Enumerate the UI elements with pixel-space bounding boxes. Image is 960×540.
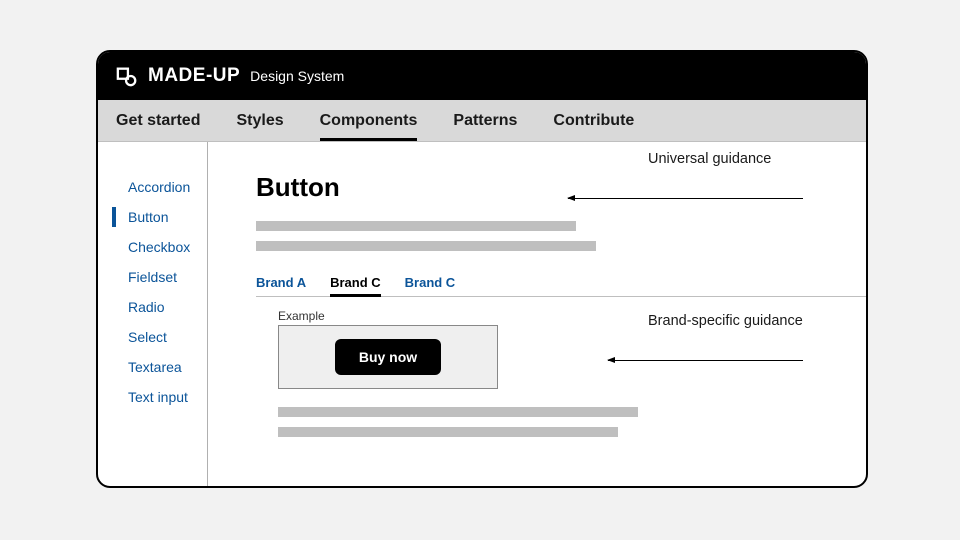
- nav-tab-components[interactable]: Components: [320, 102, 418, 140]
- buy-now-button[interactable]: Buy now: [335, 339, 441, 375]
- nav-tab-styles[interactable]: Styles: [236, 102, 283, 140]
- sidebar-item-textarea[interactable]: Textarea: [98, 352, 207, 382]
- arrow-brand-specific: [608, 360, 803, 361]
- sidebar-item-accordion[interactable]: Accordion: [98, 172, 207, 202]
- logo-icon: [116, 65, 138, 87]
- example-preview: Buy now: [278, 325, 498, 389]
- brand-name: MADE-UP: [148, 65, 240, 87]
- sidebar-item-button[interactable]: Button: [98, 202, 207, 232]
- brand-subtitle: Design System: [250, 68, 344, 84]
- sidebar-item-checkbox[interactable]: Checkbox: [98, 232, 207, 262]
- brand-tab-a[interactable]: Brand A: [256, 269, 306, 296]
- brand-tab-c[interactable]: Brand C: [405, 269, 456, 296]
- annotation-universal-text: Universal guidance: [648, 151, 771, 167]
- brand-tabs: Brand A Brand C Brand C: [256, 269, 866, 297]
- arrow-universal: [568, 198, 803, 199]
- brand-guidance-placeholder: [278, 407, 638, 417]
- app-window: MADE-UP Design System Get started Styles…: [96, 50, 868, 488]
- titlebar: MADE-UP Design System: [98, 52, 866, 100]
- sidebar-item-text-input[interactable]: Text input: [98, 382, 207, 412]
- annotation-brand-specific-text: Brand-specific guidance: [648, 313, 803, 329]
- main-content: Button Brand A Brand C Brand C Example B…: [208, 142, 866, 486]
- sidebar-item-select[interactable]: Select: [98, 322, 207, 352]
- annotation-brand-specific: Brand-specific guidance: [648, 312, 803, 331]
- content-body: Accordion Button Checkbox Fieldset Radio…: [98, 142, 866, 486]
- primary-nav: Get started Styles Components Patterns C…: [98, 100, 866, 142]
- brand-guidance-placeholder: [278, 427, 618, 437]
- brand-tab-c-active[interactable]: Brand C: [330, 269, 381, 296]
- sidebar: Accordion Button Checkbox Fieldset Radio…: [98, 142, 208, 486]
- nav-tab-contribute[interactable]: Contribute: [553, 102, 634, 140]
- sidebar-item-fieldset[interactable]: Fieldset: [98, 262, 207, 292]
- guidance-text-placeholder: [256, 241, 596, 251]
- nav-tab-get-started[interactable]: Get started: [116, 102, 200, 140]
- guidance-text-placeholder: [256, 221, 576, 231]
- sidebar-item-radio[interactable]: Radio: [98, 292, 207, 322]
- annotation-universal: Universal guidance: [648, 150, 771, 169]
- nav-tab-patterns[interactable]: Patterns: [453, 102, 517, 140]
